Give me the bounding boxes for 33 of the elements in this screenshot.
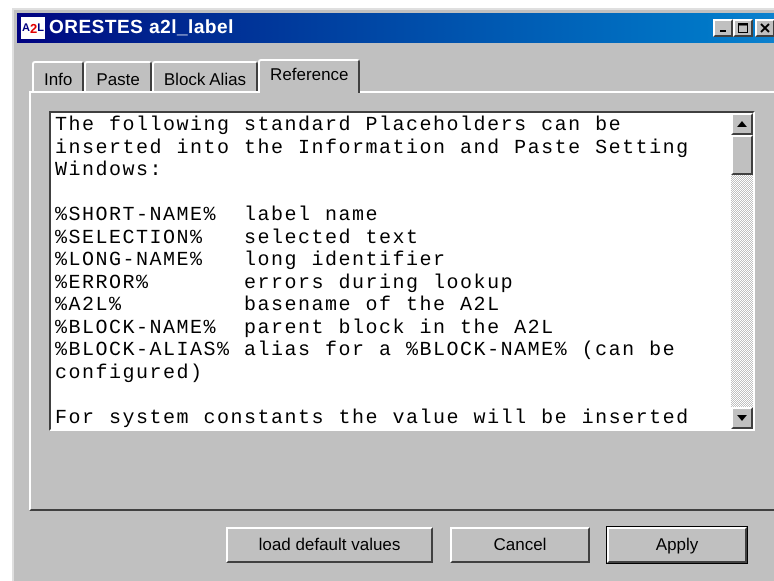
close-icon xyxy=(760,23,770,33)
scroll-thumb[interactable] xyxy=(731,135,753,175)
scroll-up-button[interactable] xyxy=(731,113,753,135)
text-line: Windows: xyxy=(55,160,164,182)
text-line: %BLOCK-ALIAS% alias for a %BLOCK-NAME% (can be xyxy=(55,340,676,362)
down-arrow-icon xyxy=(737,415,747,421)
dialog-button[interactable]: Apply xyxy=(607,527,747,563)
dialog-button[interactable]: load default values xyxy=(226,527,433,563)
text-line: %A2L% basename of the A2L xyxy=(55,295,501,318)
text-line: %SELECTION% selected text xyxy=(55,228,420,250)
maximize-icon xyxy=(738,23,748,33)
tab[interactable]: Info xyxy=(32,61,84,91)
text-line: The following standard Placeholders can be xyxy=(55,115,622,138)
minimize-button[interactable] xyxy=(713,19,733,37)
tab[interactable]: Paste xyxy=(84,61,152,91)
app-icon: A2L xyxy=(21,17,45,39)
text-line: For system constants the value will be inserted xyxy=(55,408,690,429)
text-line: %SHORT-NAME% label name xyxy=(55,205,380,228)
up-arrow-icon xyxy=(737,121,747,127)
text-line: %LONG-NAME% long identifier xyxy=(55,250,447,272)
tab[interactable]: Reference xyxy=(258,59,360,93)
text-line: %ERROR% errors during lookup xyxy=(55,272,514,295)
text-line: inserted into the Information and Paste Setting xyxy=(55,138,690,160)
text-line: %BLOCK-NAME% parent block in the A2L xyxy=(55,318,555,340)
dialog-button[interactable]: Cancel xyxy=(450,527,590,563)
close-button[interactable] xyxy=(755,19,774,37)
window-title: ORESTES a2l_label xyxy=(49,16,234,40)
vertical-scrollbar[interactable] xyxy=(731,113,753,429)
scroll-down-button[interactable] xyxy=(731,407,753,429)
tab[interactable]: Block Alias xyxy=(152,61,258,91)
maximize-button[interactable] xyxy=(733,19,753,37)
text-line: configured) xyxy=(55,362,204,385)
minimize-icon xyxy=(720,30,726,32)
